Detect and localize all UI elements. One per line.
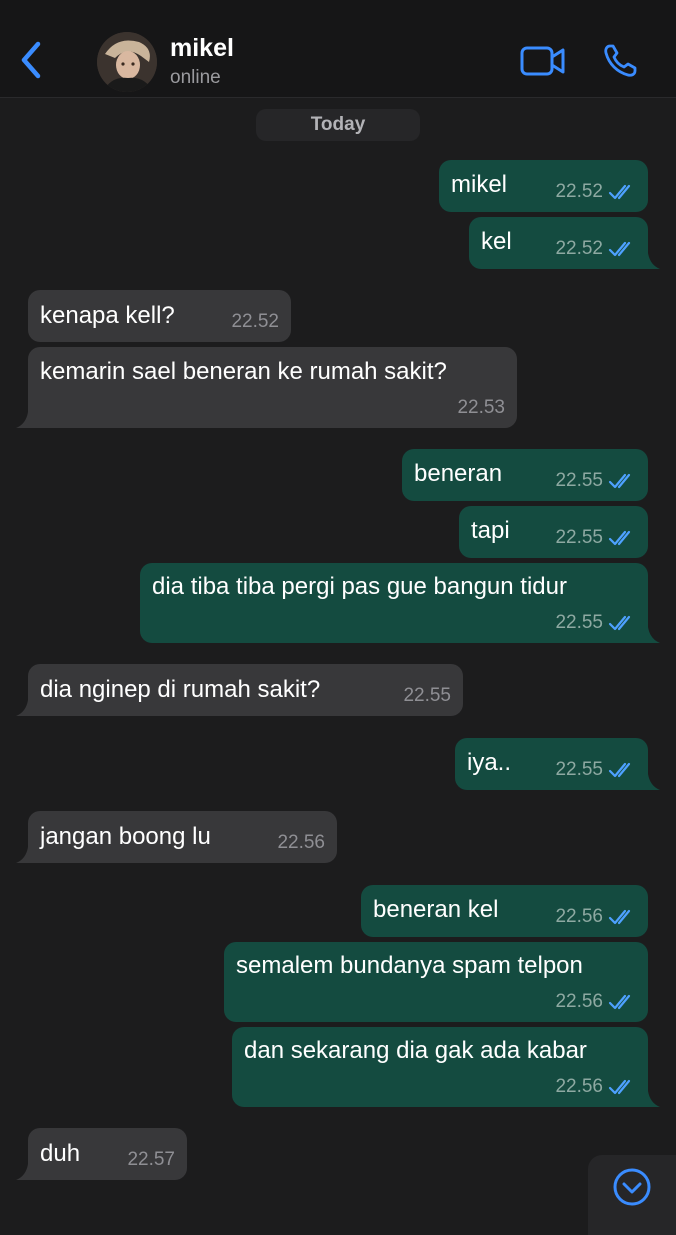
avatar[interactable] — [97, 32, 157, 92]
message-meta: 22.55 — [555, 612, 636, 634]
message-timestamp: 22.52 — [555, 238, 603, 259]
message-text: kenapa kell? — [40, 302, 175, 329]
message-timestamp: 22.55 — [555, 470, 603, 491]
incoming-message-bubble[interactable]: kenapa kell? 22.52 — [28, 290, 291, 342]
contact-status: online — [170, 67, 221, 88]
message-meta: 22.52 — [555, 181, 636, 203]
message-timestamp: 22.56 — [555, 1076, 603, 1097]
bubble-tail — [644, 774, 660, 790]
message-text: duh — [40, 1140, 81, 1167]
double-check-icon — [608, 530, 631, 546]
message-meta: 22.55 — [403, 685, 451, 707]
message-text: dan sekarang dia gak ada kabar — [244, 1037, 587, 1064]
message-timestamp: 22.56 — [277, 832, 325, 853]
double-check-icon — [608, 241, 631, 257]
outgoing-message-bubble[interactable]: dan sekarang dia gak ada kabar 22.56 — [232, 1027, 660, 1107]
message-meta: 22.56 — [277, 832, 325, 854]
message-meta: 22.57 — [127, 1149, 175, 1171]
video-call-icon[interactable] — [520, 45, 566, 77]
message-timestamp: 22.55 — [555, 527, 603, 548]
message-timestamp: 22.53 — [457, 397, 505, 418]
bubble-tail — [16, 700, 32, 716]
bubble-tail — [644, 1091, 660, 1107]
bubble-tail — [644, 627, 660, 643]
message-timestamp: 22.55 — [403, 685, 451, 706]
bubble-tail — [644, 253, 660, 269]
message-text: beneran — [414, 460, 503, 487]
message-meta: 22.56 — [555, 906, 636, 928]
message-text: dia tiba tiba pergi pas gue bangun tidur — [152, 573, 567, 600]
message-text: mikel — [451, 171, 508, 198]
outgoing-message-bubble[interactable]: semalem bundanya spam telpon 22.56 — [224, 942, 648, 1022]
message-timestamp: 22.52 — [231, 311, 279, 332]
contact-name[interactable]: mikel — [170, 34, 234, 63]
message-timestamp: 22.57 — [127, 1149, 175, 1170]
message-timestamp: 22.56 — [555, 906, 603, 927]
message-text: iya.. — [467, 749, 512, 776]
message-text: jangan boong lu — [40, 823, 211, 850]
message-meta: 22.53 — [457, 397, 505, 419]
incoming-message-bubble[interactable]: dia nginep di rumah sakit? 22.55 — [16, 664, 463, 716]
message-meta: 22.55 — [555, 527, 636, 549]
outgoing-message-bubble[interactable]: dia tiba tiba pergi pas gue bangun tidur… — [140, 563, 660, 643]
outgoing-message-bubble[interactable]: tapi 22.55 — [459, 506, 648, 558]
outgoing-message-bubble[interactable]: beneran 22.55 — [402, 449, 648, 501]
double-check-icon — [608, 615, 631, 631]
double-check-icon — [608, 473, 631, 489]
message-timestamp: 22.55 — [555, 612, 603, 633]
chevron-left-icon[interactable] — [16, 40, 48, 80]
outgoing-message-bubble[interactable]: mikel 22.52 — [439, 160, 648, 212]
incoming-message-bubble[interactable]: kemarin sael beneran ke rumah sakit? 22.5… — [16, 347, 517, 428]
outgoing-message-bubble[interactable]: iya.. 22.55 — [455, 738, 660, 790]
bubble-tail — [16, 847, 32, 863]
message-meta: 22.56 — [555, 991, 636, 1013]
chevron-down-icon — [613, 1168, 651, 1206]
message-text: kemarin sael beneran ke rumah sakit? — [40, 358, 447, 385]
message-text: beneran kel — [373, 896, 499, 923]
double-check-icon — [608, 1079, 631, 1095]
phone-icon[interactable] — [602, 43, 638, 79]
message-text: kel — [481, 228, 512, 255]
message-meta: 22.55 — [555, 759, 636, 781]
message-text: dia nginep di rumah sakit? — [40, 676, 321, 703]
message-meta: 22.52 — [231, 311, 279, 333]
message-timestamp: 22.56 — [555, 991, 603, 1012]
message-meta: 22.56 — [555, 1076, 636, 1098]
double-check-icon — [608, 762, 631, 778]
bubble-tail — [16, 1164, 32, 1180]
message-meta: 22.55 — [555, 470, 636, 492]
outgoing-message-bubble[interactable]: kel 22.52 — [469, 217, 660, 269]
chat-header: mikel online — [0, 0, 676, 98]
double-check-icon — [608, 184, 631, 200]
outgoing-message-bubble[interactable]: beneran kel 22.56 — [361, 885, 648, 937]
message-text: semalem bundanya spam telpon — [236, 952, 583, 979]
message-timestamp: 22.55 — [555, 759, 603, 780]
message-meta: 22.52 — [555, 238, 636, 260]
scroll-down-button[interactable] — [588, 1155, 676, 1235]
message-timestamp: 22.52 — [555, 181, 603, 202]
double-check-icon — [608, 994, 631, 1010]
message-text: tapi — [471, 517, 510, 544]
incoming-message-bubble[interactable]: jangan boong lu 22.56 — [16, 811, 337, 863]
incoming-message-bubble[interactable]: duh 22.57 — [16, 1128, 187, 1180]
date-separator: Today — [256, 109, 420, 141]
double-check-icon — [608, 909, 631, 925]
bubble-tail — [16, 412, 32, 428]
